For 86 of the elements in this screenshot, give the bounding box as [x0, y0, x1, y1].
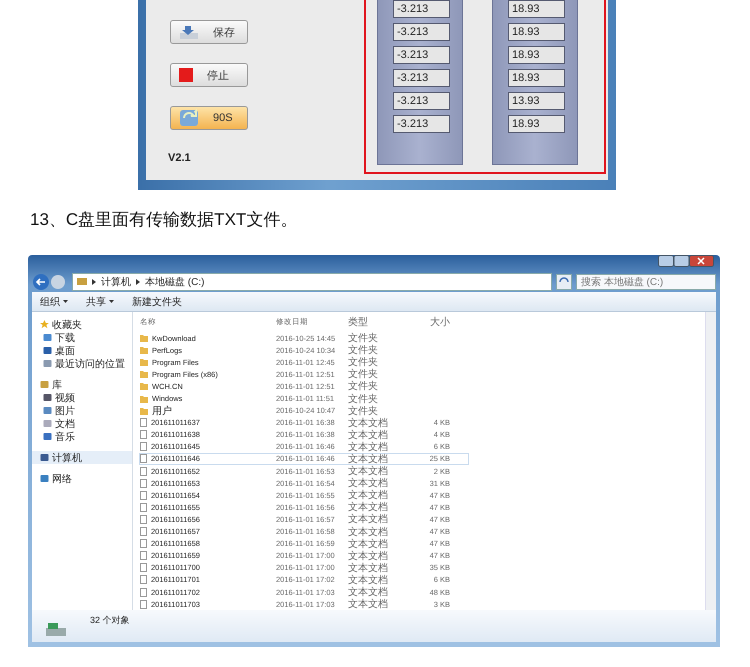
chevron-right-icon — [136, 279, 140, 285]
nav-label: 音乐 — [55, 430, 75, 444]
item-count: 32 个对象 — [90, 614, 130, 627]
nav-item[interactable]: 计算机 — [32, 451, 132, 464]
value-field: -3.213 — [393, 69, 450, 87]
file-name: 用户 — [152, 404, 172, 418]
window-controls-icon[interactable] — [658, 255, 714, 267]
file-type: 文件夹 — [348, 368, 379, 380]
file-type: 文本文档 — [348, 428, 389, 442]
value-field: -3.213 — [393, 23, 450, 41]
file-type: 文本文档 — [348, 464, 389, 478]
file-type: 文本文档 — [348, 500, 389, 514]
file-type: 文本文档 — [348, 512, 389, 526]
step-heading: 13、C盘里面有传输数据TXT文件。 — [29, 209, 298, 231]
nav-item[interactable]: 图片 — [32, 404, 132, 417]
nav-label: 视频 — [55, 392, 75, 404]
value-field: -3.213 — [393, 92, 450, 110]
refresh-icon — [179, 109, 199, 127]
file-type: 文本文档 — [348, 488, 389, 502]
breadcrumb-item[interactable]: 计算机 — [101, 275, 131, 289]
star-icon — [40, 320, 49, 329]
value-field: 18.93 — [508, 69, 565, 87]
file-type: 文本文档 — [348, 574, 389, 586]
nav-item[interactable]: 桌面 — [32, 344, 132, 357]
file-type: 文本文档 — [348, 586, 389, 598]
scrollbar[interactable] — [705, 312, 716, 610]
nav-item[interactable]: 下载 — [32, 331, 132, 344]
value-field: 18.93 — [508, 0, 565, 18]
value-field: 18.93 — [508, 115, 565, 133]
nav-item[interactable]: 文档 — [32, 417, 132, 430]
file-type: 文本文档 — [348, 526, 389, 538]
file-type: 文本文档 — [348, 562, 389, 574]
search-field[interactable]: 搜索 本地磁盘 (C:) — [576, 274, 716, 290]
value-field: -3.213 — [393, 0, 450, 18]
nav-item[interactable]: 音乐 — [32, 430, 132, 443]
chevron-right-icon — [92, 279, 96, 285]
file-type: 文件夹 — [348, 332, 379, 344]
app-button[interactable]: 保存 — [170, 20, 248, 44]
back-button[interactable] — [32, 273, 68, 291]
value-field: -3.213 — [393, 115, 450, 133]
file-type: 文件夹 — [348, 392, 379, 406]
file-type: 文件夹 — [348, 380, 379, 394]
toolbar-button[interactable]: 组织 — [40, 294, 68, 308]
nav-label: 文档 — [55, 418, 75, 430]
file-type: 文本文档 — [348, 440, 389, 454]
app-button[interactable]: 90S — [170, 106, 248, 130]
breadcrumb-item[interactable]: 本地磁盘 (C:) — [145, 275, 204, 289]
nav-label: 计算机 — [52, 452, 82, 464]
nav-item[interactable]: 视频 — [32, 391, 132, 404]
nav-label: 下载 — [55, 332, 75, 344]
nav-item[interactable]: 网络 — [32, 472, 132, 485]
file-type: 文本文档 — [348, 538, 389, 550]
value-field: 13.93 — [508, 92, 565, 110]
column-header[interactable]: 类型 — [348, 314, 404, 329]
column-header[interactable]: 大小 — [404, 314, 450, 329]
nav-item[interactable]: 收藏夹 — [32, 318, 132, 331]
app-button[interactable]: 停止 — [170, 63, 248, 87]
address-bar[interactable]: 计算机 本地磁盘 (C:) — [72, 273, 552, 291]
toolbar-button[interactable]: 共享 — [86, 294, 114, 308]
nav-label: 网络 — [52, 472, 72, 486]
stop-icon — [179, 68, 193, 82]
file-type: 文本文档 — [348, 416, 389, 430]
file-type: 文本文档 — [348, 550, 389, 562]
file-type: 文本文档 — [348, 476, 389, 490]
toolbar-button[interactable]: 新建文件夹 — [132, 294, 182, 308]
version-label: V2.1 — [168, 152, 191, 164]
file-type: 文本文档 — [348, 598, 389, 610]
caret-icon — [63, 300, 68, 303]
nav-item[interactable]: 最近访问的位置 — [32, 357, 132, 370]
file-type: 文本文档 — [348, 452, 389, 466]
file-type: 文件夹 — [348, 404, 379, 418]
tray-arrow-icon — [179, 24, 199, 40]
value-field: -3.213 — [393, 46, 450, 64]
nav-label: 图片 — [55, 404, 75, 418]
nav-label: 库 — [52, 378, 62, 392]
nav-item[interactable]: 库 — [32, 378, 132, 391]
file-type: 文件夹 — [348, 344, 379, 356]
refresh-icon[interactable] — [556, 274, 572, 290]
nav-label: 最近访问的位置 — [55, 358, 125, 370]
drive-icon — [44, 620, 68, 638]
caret-icon — [109, 300, 114, 303]
nav-label: 桌面 — [55, 344, 75, 358]
value-field: 18.93 — [508, 23, 565, 41]
file-type: 文件夹 — [348, 356, 379, 368]
nav-label: 收藏夹 — [52, 318, 82, 332]
value-field: 18.93 — [508, 46, 565, 64]
